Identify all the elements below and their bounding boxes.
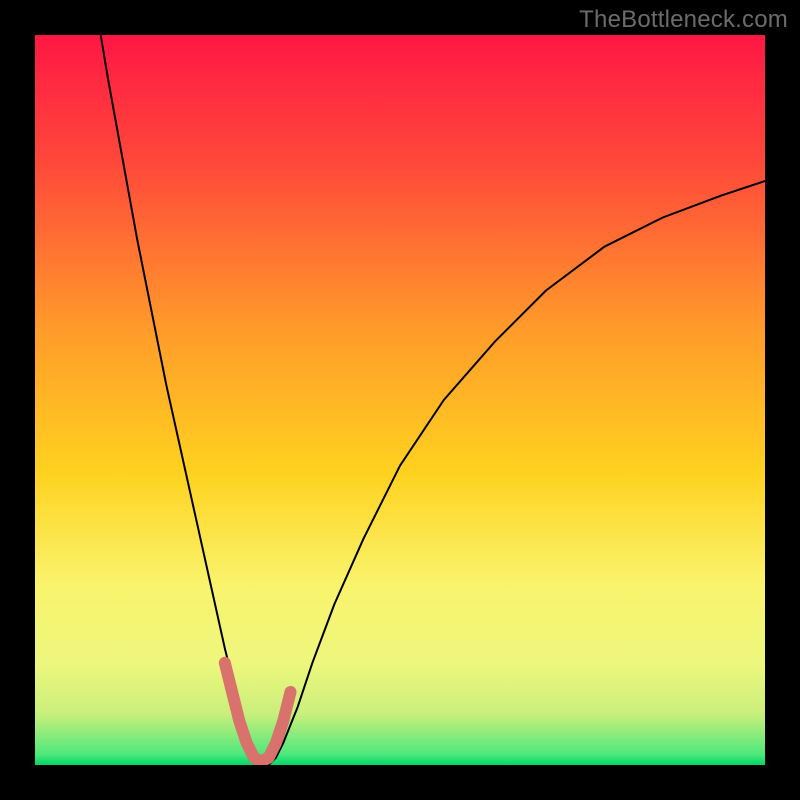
chart-svg <box>35 35 765 765</box>
chart-frame: TheBottleneck.com <box>0 0 800 800</box>
chart-background <box>35 35 765 765</box>
chart-plot-area <box>35 35 765 765</box>
watermark-text: TheBottleneck.com <box>579 6 788 34</box>
